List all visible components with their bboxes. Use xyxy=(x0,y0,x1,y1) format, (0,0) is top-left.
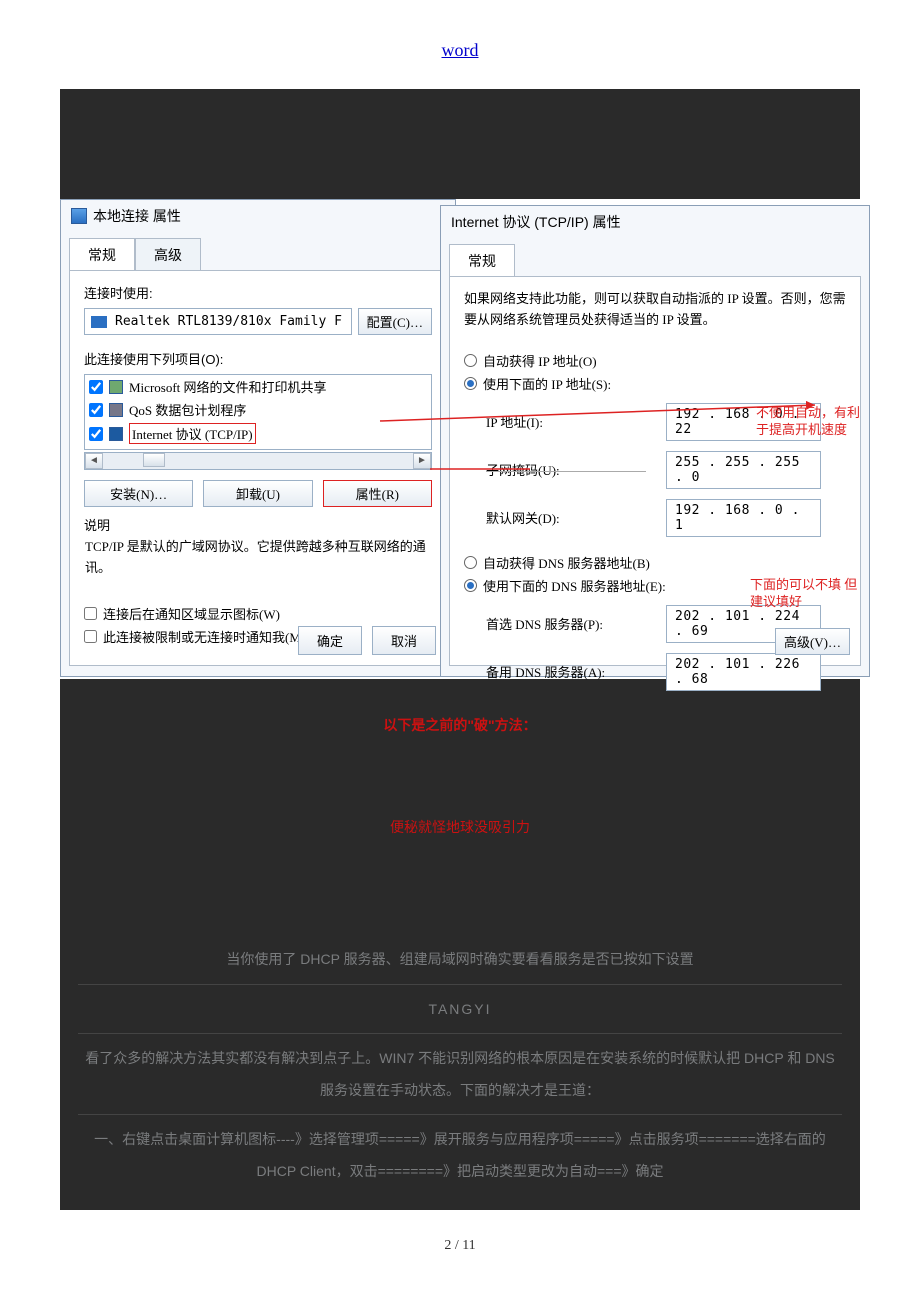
use-ip-label: 使用下面的 IP 地址(S): xyxy=(483,374,611,393)
dark-heading: 以下是之前的"破"方法： xyxy=(78,709,842,741)
titlebar-left: 本地连接 属性 xyxy=(61,200,455,231)
component-item-qos[interactable]: QoS 数据包计划程序 xyxy=(85,398,431,421)
tab-panel-right: 如果网络支持此功能，则可以获取自动指派的 IP 设置。否则，您需要从网络系统管理… xyxy=(449,276,861,666)
ok-button-left[interactable]: 确定 xyxy=(298,626,362,655)
tcpip-properties-dialog: Internet 协议 (TCP/IP) 属性 常规 如果网络支持此功能，则可以… xyxy=(440,205,870,677)
dark-divider-2 xyxy=(78,1033,842,1034)
titlebar-right: Internet 协议 (TCP/IP) 属性 xyxy=(441,206,869,237)
tab-advanced-left[interactable]: 高级 xyxy=(135,238,201,271)
notify-limited-checkbox[interactable] xyxy=(84,630,97,643)
show-icon-checkbox-row[interactable]: 连接后在通知区域显示图标(W) xyxy=(84,604,432,623)
notify-limited-label: 此连接被限制或无连接时通知我(M) xyxy=(103,627,305,646)
tabs-left: 常规 高级 xyxy=(61,231,455,270)
use-dns-label: 使用下面的 DNS 服务器地址(E): xyxy=(483,576,666,595)
cancel-button-left[interactable]: 取消 xyxy=(372,626,436,655)
checkbox-ms-share[interactable] xyxy=(89,380,103,394)
dns2-label: 备用 DNS 服务器(A): xyxy=(486,662,646,681)
radio-auto-dns-dot[interactable] xyxy=(464,556,477,569)
subnet-mask-field[interactable]: 255 . 255 . 255 . 0 xyxy=(666,451,821,489)
auto-dns-label: 自动获得 DNS 服务器地址(B) xyxy=(483,553,650,572)
title-left: 本地连接 属性 xyxy=(93,206,181,226)
show-icon-checkbox[interactable] xyxy=(84,607,97,620)
tabs-right: 常规 xyxy=(441,237,869,276)
scroll-thumb[interactable] xyxy=(143,453,165,467)
auto-ip-label: 自动获得 IP 地址(O) xyxy=(483,351,597,370)
nic-icon xyxy=(91,316,107,328)
gateway-field[interactable]: 192 . 168 . 0 . 1 xyxy=(666,499,821,537)
printer-share-icon xyxy=(109,380,123,394)
scroll-right-arrow-icon[interactable]: ► xyxy=(413,453,431,469)
configure-button[interactable]: 配置(C)… xyxy=(358,308,432,335)
dark-step1: 一、右键点击桌面计算机图标----》选择管理项=====》展开服务与应用程序项=… xyxy=(78,1123,842,1187)
advanced-button[interactable]: 高级(V)… xyxy=(775,628,850,655)
dark-author: TANGYI xyxy=(78,993,842,1025)
scroll-left-arrow-icon[interactable]: ◄ xyxy=(85,453,103,469)
component-item-ms-file-share[interactable]: Microsoft 网络的文件和打印机共享 xyxy=(85,375,431,398)
connect-using-label: 连接时使用: xyxy=(84,283,432,302)
radio-use-ip[interactable]: 使用下面的 IP 地址(S): xyxy=(464,372,846,395)
scroll-track[interactable] xyxy=(103,453,413,469)
nic-titlebar-icon xyxy=(71,208,87,224)
dark-divider-1 xyxy=(78,984,842,985)
component-item-tcpip[interactable]: Internet 协议 (TCP/IP) xyxy=(85,421,431,446)
tab-panel-left: 连接时使用: Realtek RTL8139/810x Family F 配置(… xyxy=(69,270,447,666)
show-icon-label: 连接后在通知区域显示图标(W) xyxy=(103,604,280,623)
dark-article: 以下是之前的"破"方法： 便秘就怪地球没吸引力 当你使用了 DHCP 服务器、组… xyxy=(60,679,860,1210)
radio-use-dns-dot[interactable] xyxy=(464,579,477,592)
components-list[interactable]: Microsoft 网络的文件和打印机共享 QoS 数据包计划程序 Intern… xyxy=(84,374,432,450)
comp2-label: QoS 数据包计划程序 xyxy=(129,400,246,419)
annotation-fill: 下面的可以不填 但建议填好 xyxy=(750,577,860,611)
adapter-name: Realtek RTL8139/810x Family F xyxy=(115,314,342,329)
subnet-mask-label: 子网掩码(U): xyxy=(486,460,646,479)
comp1-label: Microsoft 网络的文件和打印机共享 xyxy=(129,377,327,396)
checkbox-qos[interactable] xyxy=(89,403,103,417)
dialogs-container: 本地连接 属性 常规 高级 连接时使用: Realtek RTL8139/810… xyxy=(60,199,860,679)
tcpip-icon xyxy=(109,427,123,441)
help-text: 如果网络支持此功能，则可以获取自动指派的 IP 设置。否则，您需要从网络系统管理… xyxy=(464,289,846,331)
uninstall-button[interactable]: 卸载(U) xyxy=(203,480,312,507)
title-right: Internet 协议 (TCP/IP) 属性 xyxy=(451,212,621,232)
ip-addr-label: IP 地址(I): xyxy=(486,412,646,431)
dark-para1: 看了众多的解决方法其实都没有解决到点子上。WIN7 不能识别网络的根本原因是在安… xyxy=(78,1042,842,1106)
uses-items-label: 此连接使用下列项目(O): xyxy=(84,349,432,368)
checkbox-tcpip[interactable] xyxy=(89,427,103,441)
radio-auto-dns[interactable]: 自动获得 DNS 服务器地址(B) xyxy=(464,551,846,574)
word-link[interactable]: word xyxy=(442,40,479,60)
adapter-field: Realtek RTL8139/810x Family F xyxy=(84,308,352,335)
page-number: 2 / 11 xyxy=(0,1238,920,1254)
desc-text: TCP/IP 是默认的广域网协议。它提供跨越多种互联网络的通讯。 xyxy=(84,534,432,582)
qos-icon xyxy=(109,403,123,417)
dns1-label: 首选 DNS 服务器(P): xyxy=(486,614,646,633)
dark-dhcp-line: 当你使用了 DHCP 服务器、组建局域网时确实要看看服务是否已按如下设置 xyxy=(78,943,842,975)
desc-label: 说明 xyxy=(84,515,432,534)
dark-top-spacer xyxy=(60,89,860,199)
annotation-speed: 不使用自动，有利于提高开机速度 xyxy=(756,405,860,439)
install-button[interactable]: 安装(N)… xyxy=(84,480,193,507)
radio-auto-ip-dot[interactable] xyxy=(464,354,477,367)
properties-button[interactable]: 属性(R) xyxy=(323,480,432,507)
tab-general-left[interactable]: 常规 xyxy=(69,238,135,271)
local-connection-properties-dialog: 本地连接 属性 常规 高级 连接时使用: Realtek RTL8139/810… xyxy=(60,199,456,677)
comp3-label: Internet 协议 (TCP/IP) xyxy=(129,423,256,444)
components-scrollbar[interactable]: ◄ ► xyxy=(84,452,432,470)
tab-general-right[interactable]: 常规 xyxy=(449,244,515,277)
dns2-field[interactable]: 202 . 101 . 226 . 68 xyxy=(666,653,821,691)
gateway-label: 默认网关(D): xyxy=(486,508,646,527)
ip-radio-group: 自动获得 IP 地址(O) 使用下面的 IP 地址(S): xyxy=(464,349,846,395)
header-link: word xyxy=(0,40,920,61)
radio-use-ip-dot[interactable] xyxy=(464,377,477,390)
dark-divider-3 xyxy=(78,1114,842,1115)
radio-auto-ip[interactable]: 自动获得 IP 地址(O) xyxy=(464,349,846,372)
dark-quote: 便秘就怪地球没吸引力 xyxy=(390,819,530,835)
